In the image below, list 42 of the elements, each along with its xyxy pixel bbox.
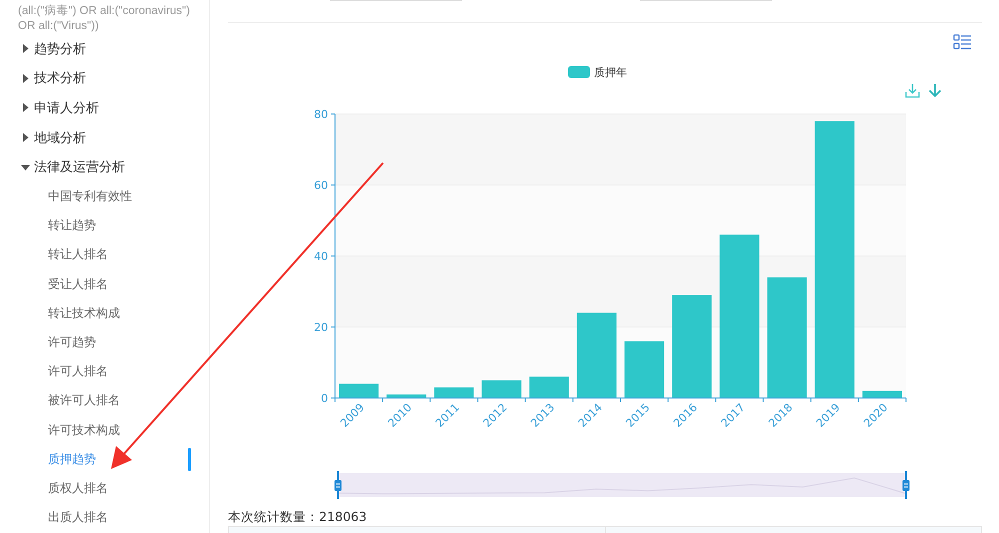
nav-subitem[interactable]: 许可技术构成: [48, 422, 120, 439]
nav-subitem[interactable]: 许可人排名: [48, 363, 108, 380]
range-slider[interactable]: [338, 473, 906, 497]
query-text: (all:("病毒") OR all:("coronavirus") OR all:("Virus")): [18, 4, 191, 34]
bar: [386, 394, 426, 398]
bar: [482, 380, 522, 398]
nav-subitem[interactable]: 转让人排名: [48, 246, 108, 264]
axis-label: 60: [314, 179, 328, 192]
nav-item[interactable]: 地域分析: [34, 128, 86, 147]
nav-item[interactable]: 趋势分析: [34, 40, 86, 58]
axis-label: 40: [314, 250, 328, 263]
bar: [624, 341, 664, 398]
list-view-icon[interactable]: [953, 34, 972, 50]
expand-arrow-icon[interactable]: [21, 103, 30, 112]
expand-arrow-icon[interactable]: [21, 74, 30, 83]
nav-subitem[interactable]: 被许可人排名: [48, 392, 120, 410]
bar: [529, 376, 569, 398]
slider-handle[interactable]: [902, 471, 910, 499]
count-text: 本次统计数量：218063: [228, 508, 368, 526]
selection-indicator: [188, 448, 191, 471]
nav-subitem[interactable]: 许可趋势: [48, 334, 96, 351]
nav-subitem[interactable]: 转让趋势: [48, 217, 96, 234]
nav-item[interactable]: 申请人分析: [34, 98, 99, 117]
axis-label: 0: [321, 392, 328, 405]
nav-subitem[interactable]: 出质人排名: [48, 509, 108, 526]
nav-subitem[interactable]: 质押趋势: [48, 450, 96, 468]
expand-arrow-icon[interactable]: [21, 44, 30, 54]
bar: [434, 387, 474, 398]
download-icon[interactable]: [928, 83, 942, 98]
slider-handle[interactable]: [334, 471, 342, 499]
nav-subitem[interactable]: 转让技术构成: [48, 304, 120, 322]
collapse-arrow-icon[interactable]: [21, 162, 30, 172]
axis-label: 80: [314, 108, 328, 121]
legend-item[interactable]: 质押年: [568, 61, 642, 83]
nav-subitem[interactable]: 受让人排名: [48, 276, 108, 293]
save-image-icon[interactable]: [905, 83, 920, 98]
expand-arrow-icon[interactable]: [21, 133, 30, 142]
nav-item[interactable]: 技术分析: [34, 69, 86, 88]
axis-label: 20: [314, 321, 328, 334]
nav-subitem[interactable]: 中国专利有效性: [48, 188, 132, 206]
nav-item[interactable]: 法律及运营分析: [34, 158, 125, 176]
nav-subitem[interactable]: 质权人排名: [48, 480, 108, 497]
